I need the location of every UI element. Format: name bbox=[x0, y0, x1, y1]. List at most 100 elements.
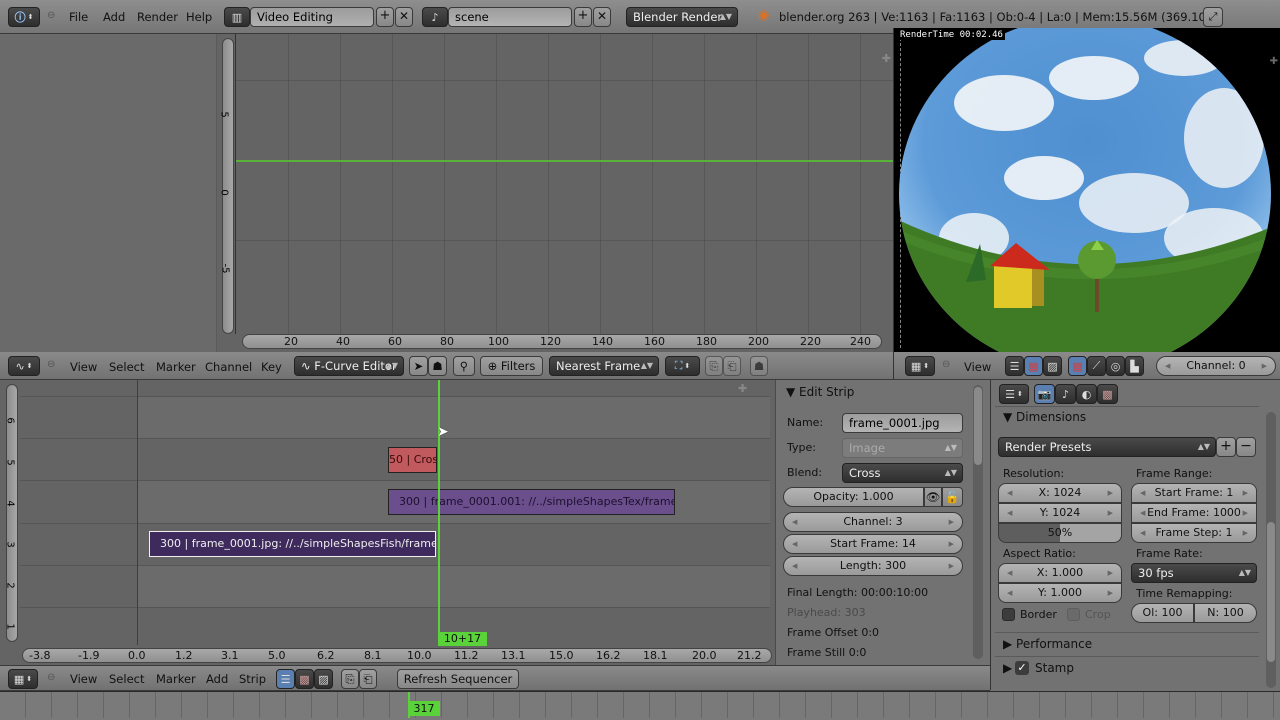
render-engine-dropdown[interactable]: Blender Render ▲▼ bbox=[626, 7, 738, 27]
filters-button[interactable]: ⊕ Filters bbox=[480, 356, 543, 376]
add-preset-button[interactable]: + bbox=[1216, 437, 1236, 457]
editor-type-properties-button[interactable]: ☰ ⬍ bbox=[999, 384, 1029, 404]
view-preview-toggle[interactable]: ▩ bbox=[1024, 356, 1043, 376]
strip-length-field[interactable]: ◀ Length: 300 ▶ bbox=[783, 556, 963, 576]
display-histogram-toggle[interactable]: ▙ bbox=[1125, 356, 1144, 376]
menu-select[interactable]: Select bbox=[109, 666, 144, 692]
properties-scrollbar[interactable] bbox=[1266, 412, 1276, 688]
end-frame-field[interactable]: ◀ End Frame: 1000 ▶ bbox=[1131, 503, 1257, 523]
view-sequencer-toggle[interactable]: ☰ bbox=[276, 669, 295, 689]
start-frame-field[interactable]: ◀ Start Frame: 1 ▶ bbox=[1131, 483, 1257, 503]
resolution-percent-slider[interactable]: 50% bbox=[998, 523, 1122, 543]
fullscreen-toggle-icon[interactable]: ⤢ bbox=[1203, 7, 1223, 27]
graph-area[interactable]: ✚ bbox=[235, 34, 893, 334]
menu-marker[interactable]: Marker bbox=[156, 666, 196, 692]
strip-name-input[interactable]: frame_0001.jpg bbox=[842, 413, 963, 433]
view-sequencer-toggle[interactable]: ☰ bbox=[1005, 356, 1024, 376]
menu-key[interactable]: Key bbox=[261, 354, 282, 380]
image-strip-fish-selected[interactable]: 300 | frame_0001.jpg: //../simpleShapesF… bbox=[149, 531, 436, 557]
effect-strip-cross[interactable]: 50 | Cross bbox=[388, 447, 437, 473]
pivot-dropdown[interactable]: ⛶ ⬍ bbox=[665, 356, 700, 376]
frame-step-field[interactable]: ◀ Frame Step: 1 ▶ bbox=[1131, 523, 1257, 543]
timeline[interactable]: 317 bbox=[0, 691, 1280, 720]
playhead-line[interactable] bbox=[438, 380, 440, 645]
collapse-menu-icon[interactable]: ⊖ bbox=[47, 672, 55, 683]
graph-mode-dropdown[interactable]: ∿ F-Curve Editor ▲▼ bbox=[294, 356, 404, 376]
search-filter-button[interactable]: ⚲ bbox=[453, 356, 475, 376]
menu-help[interactable]: Help bbox=[186, 4, 212, 30]
view-sequencer-preview-toggle[interactable]: ▨ bbox=[1043, 356, 1062, 376]
show-hidden-toggle[interactable]: ☗ bbox=[428, 356, 447, 376]
fcurve-line[interactable] bbox=[236, 160, 893, 162]
region-expand-icon[interactable]: ✚ bbox=[882, 52, 891, 65]
menu-render[interactable]: Render bbox=[137, 4, 178, 30]
strip-start-frame-field[interactable]: ◀ Start Frame: 14 ▶ bbox=[783, 534, 963, 554]
tab-scene[interactable]: ♪ bbox=[1055, 384, 1076, 404]
collapse-menu-icon[interactable]: ⊖ bbox=[47, 10, 55, 21]
frame-rate-dropdown[interactable]: 30 fps ▲▼ bbox=[1131, 563, 1257, 583]
tab-world[interactable]: ◐ bbox=[1076, 384, 1097, 404]
ghost-curves-button[interactable]: ☗ bbox=[750, 356, 768, 376]
dimensions-panel-header[interactable]: ▼ Dimensions bbox=[1003, 410, 1086, 424]
border-checkbox[interactable] bbox=[1002, 608, 1015, 621]
copy-keyframes-button[interactable]: ⎘ bbox=[705, 356, 723, 376]
channel-field[interactable]: ◀ Channel: 0 ▶ bbox=[1156, 356, 1276, 376]
blend-mode-dropdown[interactable]: Cross ▲▼ bbox=[842, 463, 963, 483]
view-preview-toggle[interactable]: ▩ bbox=[295, 669, 314, 689]
menu-view[interactable]: View bbox=[70, 354, 97, 380]
paste-keyframes-button[interactable]: ⎗ bbox=[723, 356, 741, 376]
view-sequencer-preview-toggle[interactable]: ▨ bbox=[314, 669, 333, 689]
channel-scrollbar[interactable]: 6 5 4 3 2 1 bbox=[5, 384, 18, 642]
tab-render[interactable]: 📷 bbox=[1034, 384, 1055, 404]
display-waveform-toggle[interactable]: ⟋ bbox=[1087, 356, 1106, 376]
tab-texture[interactable]: ▩ bbox=[1097, 384, 1118, 404]
menu-add[interactable]: Add bbox=[206, 666, 228, 692]
region-expand-icon[interactable]: ✚ bbox=[738, 382, 747, 395]
display-vectorscope-toggle[interactable]: ◎ bbox=[1106, 356, 1125, 376]
screen-layout-icon[interactable]: ▥ bbox=[224, 7, 250, 27]
scene-field[interactable]: scene bbox=[448, 7, 572, 27]
remove-screen-button[interactable]: ✕ bbox=[395, 7, 413, 27]
sequencer-editor[interactable]: 6 5 4 3 2 1 50 | Cross 300 | frame_0001.… bbox=[0, 380, 775, 665]
mute-toggle[interactable]: 👁 bbox=[924, 487, 942, 507]
edit-strip-header[interactable]: ▼ Edit Strip bbox=[786, 385, 854, 399]
remove-scene-button[interactable]: ✕ bbox=[593, 7, 611, 27]
collapse-menu-icon[interactable]: ⊖ bbox=[47, 359, 55, 370]
editor-type-graph-button[interactable]: ∿ ⬍ bbox=[8, 356, 40, 376]
vertical-scrollbar[interactable]: 5 0 -5 bbox=[219, 38, 234, 334]
scene-icon[interactable]: ♪ bbox=[422, 7, 448, 27]
add-scene-button[interactable]: + bbox=[574, 7, 592, 27]
screen-layout-field[interactable]: Video Editing bbox=[250, 7, 374, 27]
image-strip-tex[interactable]: 300 | frame_0001.001: //../simpleShapesT… bbox=[388, 489, 675, 515]
menu-strip[interactable]: Strip bbox=[239, 666, 266, 692]
time-remap-old-field[interactable]: Ol: 100 bbox=[1131, 603, 1194, 623]
aspect-x-field[interactable]: ◀ X: 1.000 ▶ bbox=[998, 563, 1122, 583]
snap-dropdown[interactable]: Nearest Frame ▲▼ bbox=[549, 356, 659, 376]
menu-select[interactable]: Select bbox=[109, 354, 144, 380]
stamp-panel-header[interactable]: ▶ bbox=[1003, 661, 1012, 675]
menu-view[interactable]: View bbox=[70, 666, 97, 692]
menu-file[interactable]: File bbox=[69, 4, 88, 30]
sequencer-preview[interactable]: RenderTime 00:02.46 ✚ bbox=[893, 28, 1280, 352]
menu-add[interactable]: Add bbox=[103, 4, 125, 30]
stamp-checkbox[interactable]: ✓ bbox=[1015, 661, 1029, 675]
time-remap-new-field[interactable]: N: 100 bbox=[1194, 603, 1257, 623]
performance-panel-header[interactable]: ▶ Performance bbox=[1003, 637, 1092, 651]
time-scrollbar[interactable]: -3.8 -1.9 0.0 1.2 3.1 5.0 6.2 8.1 10.0 1… bbox=[22, 648, 772, 663]
paste-strips-button[interactable]: ⎗ bbox=[359, 669, 377, 689]
collapse-menu-icon[interactable]: ⊖ bbox=[942, 359, 950, 370]
editor-type-info-button[interactable]: ⓘ ⬍ bbox=[8, 7, 40, 27]
editor-type-sequencer-button[interactable]: ▦ ⬍ bbox=[905, 356, 935, 376]
horizontal-scrollbar[interactable]: 20 40 60 80 100 120 140 160 180 200 220 … bbox=[242, 334, 882, 349]
menu-view[interactable]: View bbox=[964, 354, 991, 380]
render-presets-dropdown[interactable]: Render Presets ▲▼ bbox=[998, 437, 1216, 457]
remove-preset-button[interactable]: − bbox=[1236, 437, 1256, 457]
panel-scrollbar[interactable] bbox=[973, 385, 983, 659]
add-screen-button[interactable]: + bbox=[376, 7, 394, 27]
aspect-y-field[interactable]: ◀ Y: 1.000 ▶ bbox=[998, 583, 1122, 603]
only-selected-toggle[interactable]: ➤ bbox=[409, 356, 428, 376]
refresh-sequencer-button[interactable]: Refresh Sequencer bbox=[397, 669, 519, 689]
menu-channel[interactable]: Channel bbox=[205, 354, 252, 380]
strip-channel-field[interactable]: ◀ Channel: 3 ▶ bbox=[783, 512, 963, 532]
opacity-slider[interactable]: Opacity: 1.000 bbox=[783, 487, 924, 507]
